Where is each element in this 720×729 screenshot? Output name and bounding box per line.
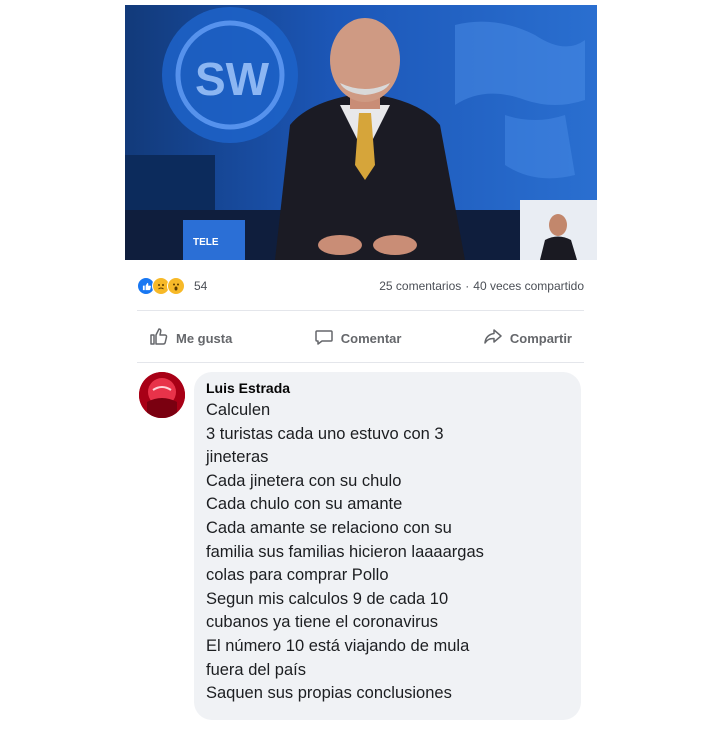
shares-count[interactable]: 40 veces compartido [473, 279, 584, 293]
stats-separator: · [465, 279, 470, 293]
share-arrow-icon [483, 327, 503, 350]
comment-button[interactable]: Comentar [302, 323, 414, 354]
comment-line: Segun mis calculos 9 de cada 10 [206, 589, 449, 608]
post-video[interactable]: SW TELE [125, 5, 597, 260]
commenter-avatar[interactable] [139, 372, 185, 418]
comment-bubble: Luis Estrada Calculen 3 turistas cada un… [194, 372, 581, 720]
comment-line: Cada chulo con su amante [206, 495, 403, 514]
comment-line: Calculen [206, 401, 271, 419]
comments-count[interactable]: 25 comentarios [379, 279, 461, 293]
comment-line: Cada amante se relaciono con su [206, 518, 452, 537]
comment-line: El número 10 está viajando de mula [206, 636, 470, 655]
reactions-summary[interactable]: 54 [137, 277, 207, 295]
comment-line: Cada jinetera con su chulo [206, 471, 402, 490]
divider [137, 362, 584, 363]
ticker-text: TELE [193, 237, 219, 248]
like-button[interactable]: Me gusta [137, 323, 244, 354]
channel-logo-text: SW [195, 53, 270, 105]
comment-line: colas para comprar Pollo [206, 566, 389, 585]
comment-line: 3 turistas cada uno estuvo con 3 [206, 424, 444, 443]
thumbs-up-icon [149, 327, 169, 350]
comment-author[interactable]: Luis Estrada [206, 380, 569, 396]
post-action-bar: Me gusta Comentar Compartir [137, 323, 584, 353]
comment-line: fuera del país [206, 660, 306, 679]
share-label: Compartir [509, 330, 572, 346]
wow-reaction-icon [167, 277, 185, 295]
comment-label: Comentar [340, 330, 402, 346]
reaction-count: 54 [194, 279, 208, 293]
news-anchor-image: SW TELE [125, 5, 597, 260]
comment-line: familia sus familias hicieron laaaargas [206, 542, 484, 561]
comment-line: jineteras [206, 448, 269, 467]
divider [137, 310, 584, 311]
comment-text: Calculen 3 turistas cada uno estuvo con … [206, 399, 569, 706]
share-button[interactable]: Compartir [471, 323, 584, 354]
post-stats: 54 25 comentarios · 40 veces compartido [137, 276, 584, 296]
comment-line: Saquen sus propias conclusiones [206, 684, 452, 703]
speech-bubble-icon [314, 327, 334, 350]
comment-line: cubanos ya tiene el coronavirus [206, 613, 439, 632]
like-label: Me gusta [176, 330, 233, 346]
